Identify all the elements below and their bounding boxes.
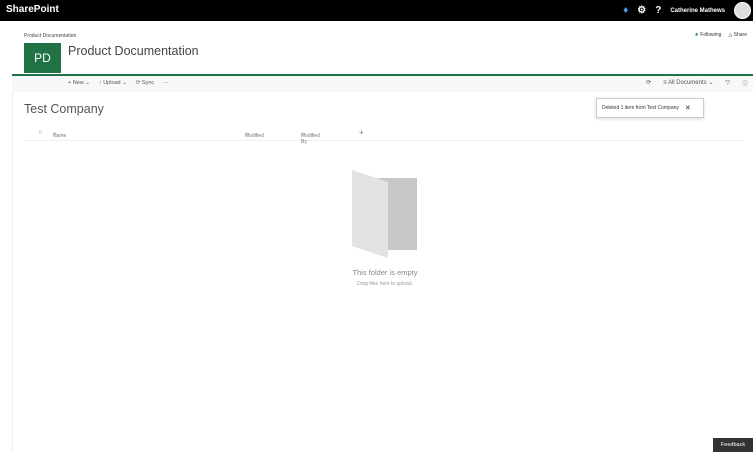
notification-toast: Deleted 1 item from Test Company ✕ [596, 98, 704, 118]
column-modified-by[interactable]: Modified By ⌄ [301, 130, 320, 145]
filter-icon[interactable]: ▽ [725, 79, 730, 88]
library-title: Test Company [24, 102, 104, 116]
settings-gear-icon[interactable]: ⚙ [637, 5, 646, 16]
file-type-icon: □ [39, 130, 43, 136]
column-name[interactable]: Name ⌄ [53, 130, 66, 139]
empty-state-subtitle: Drag files here to upload. [357, 281, 413, 287]
more-button[interactable]: ··· [163, 80, 169, 86]
upload-icon: ↑ [98, 80, 102, 86]
notification-text: Deleted 1 item from Test Company [602, 105, 679, 111]
share-label: Share [733, 32, 747, 38]
new-button[interactable]: + New ⌄ [68, 80, 90, 86]
upload-label: Upload [103, 80, 121, 86]
sync-label: Sync [141, 80, 155, 86]
command-bar-right: ⟳ ≡ All Documents ⌄ ▽ ⓘ [646, 79, 748, 88]
notification-bell-icon[interactable]: ♦ [623, 5, 628, 16]
empty-state-title: This folder is empty [352, 268, 418, 277]
site-actions: ★ Following △ Share [694, 32, 747, 38]
star-icon: ★ [694, 32, 699, 38]
column-modified[interactable]: Modified ⌄ [245, 130, 264, 139]
folder-front [352, 170, 388, 258]
app-launcher-title[interactable]: SharePoint [6, 4, 59, 15]
user-name[interactable]: Catherine Mathews [670, 8, 725, 14]
column-modified-by-label: Modified By [301, 133, 320, 145]
breadcrumb[interactable]: Product Documentation [24, 33, 76, 39]
view-label: All Documents [667, 80, 707, 86]
sync-button[interactable]: ⟳ Sync [136, 80, 154, 86]
sync-icon: ⟳ [135, 80, 141, 86]
upload-button[interactable]: ↑ Upload ⌄ [99, 80, 127, 86]
column-header-row: □ Name ⌄ Modified ⌄ Modified By ⌄ + [24, 127, 744, 145]
command-bar: + New ⌄ ↑ Upload ⌄ ⟳ Sync ··· ⟳ ≡ All Do… [12, 74, 753, 92]
help-icon[interactable]: ? [655, 5, 661, 16]
site-logo[interactable]: PD [24, 43, 61, 73]
divider [12, 91, 13, 452]
empty-folder-illustration [352, 170, 417, 258]
suite-bar-actions: ♦ ⚙ ? Catherine Mathews [623, 0, 753, 21]
view-selector[interactable]: ≡ All Documents ⌄ [663, 79, 713, 88]
column-name-label: Name [53, 133, 67, 139]
add-column-button[interactable]: + [359, 128, 364, 137]
new-label: New [72, 80, 84, 86]
suite-bar: SharePoint ♦ ⚙ ? Catherine Mathews [0, 0, 753, 21]
refresh-icon[interactable]: ⟳ [646, 79, 651, 88]
column-modified-label: Modified [245, 133, 264, 139]
share-icon: △ [728, 32, 733, 38]
feedback-button[interactable]: Feedback [713, 438, 753, 452]
info-icon[interactable]: ⓘ [742, 79, 748, 88]
share-button[interactable]: △ Share [728, 32, 747, 38]
following-button[interactable]: ★ Following [694, 32, 721, 38]
avatar[interactable] [734, 2, 751, 19]
command-bar-left: + New ⌄ ↑ Upload ⌄ ⟳ Sync ··· [68, 80, 169, 86]
close-icon[interactable]: ✕ [685, 104, 691, 112]
following-label: Following [700, 32, 722, 38]
page-title[interactable]: Product Documentation [68, 44, 199, 58]
